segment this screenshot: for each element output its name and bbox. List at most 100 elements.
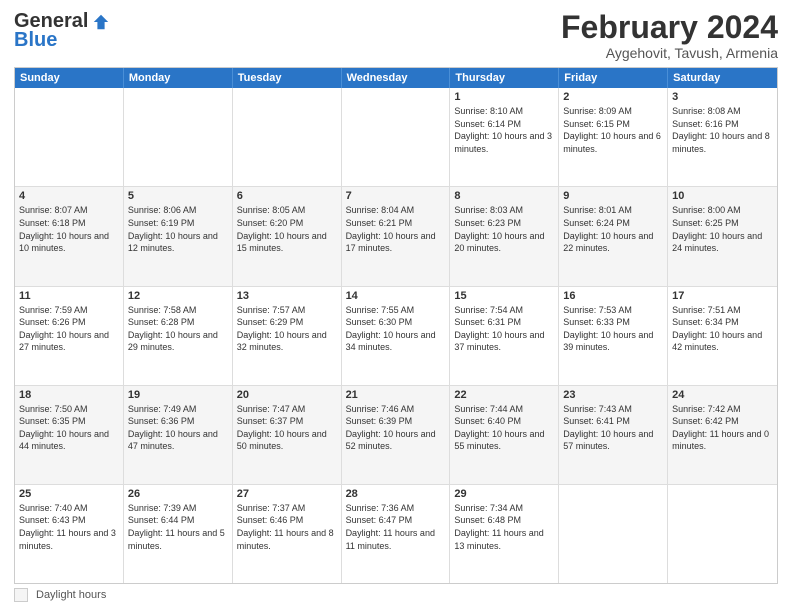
- location-subtitle: Aygehovit, Tavush, Armenia: [561, 45, 778, 61]
- calendar: SundayMondayTuesdayWednesdayThursdayFrid…: [14, 67, 778, 584]
- day-info: Sunrise: 7:36 AM Sunset: 6:47 PM Dayligh…: [346, 502, 446, 552]
- calendar-cell: 17Sunrise: 7:51 AM Sunset: 6:34 PM Dayli…: [668, 287, 777, 385]
- day-info: Sunrise: 8:07 AM Sunset: 6:18 PM Dayligh…: [19, 204, 119, 254]
- legend-box: [14, 588, 28, 602]
- calendar-cell: 9 Sunrise: 8:01 AM Sunset: 6:24 PM Daylig…: [559, 187, 668, 285]
- calendar-header-cell: Monday: [124, 68, 233, 88]
- day-info: Sunrise: 8:06 AM Sunset: 6:19 PM Dayligh…: [128, 204, 228, 254]
- title-area: February 2024 Aygehovit, Tavush, Armenia: [561, 10, 778, 61]
- calendar-cell: 24 Sunrise: 7:42 AM Sunset: 6:42 PM Dayli…: [668, 386, 777, 484]
- calendar-cell: 7 Sunrise: 8:04 AM Sunset: 6:21 PM Daylig…: [342, 187, 451, 285]
- calendar-header-cell: Wednesday: [342, 68, 451, 88]
- calendar-cell: [124, 88, 233, 186]
- day-number: 11: [19, 290, 119, 302]
- day-info: Sunrise: 7:58 AM Sunset: 6:28 PM Dayligh…: [128, 304, 228, 354]
- day-info: Sunrise: 7:40 AM Sunset: 6:43 PM Dayligh…: [19, 502, 119, 552]
- calendar-cell: 19 Sunrise: 7:49 AM Sunset: 6:36 PM Dayli…: [124, 386, 233, 484]
- month-title: February 2024: [561, 10, 778, 45]
- calendar-row: 25 Sunrise: 7:40 AM Sunset: 6:43 PM Dayli…: [15, 485, 777, 583]
- calendar-cell: 27Sunrise: 7:37 AM Sunset: 6:46 PM Dayli…: [233, 485, 342, 583]
- day-info: Sunrise: 8:08 AM Sunset: 6:16 PM Dayligh…: [672, 105, 773, 155]
- day-info: Sunrise: 7:59 AM Sunset: 6:26 PM Dayligh…: [19, 304, 119, 354]
- day-info: Sunrise: 8:10 AM Sunset: 6:14 PM Dayligh…: [454, 105, 554, 155]
- day-info: Sunrise: 8:05 AM Sunset: 6:20 PM Dayligh…: [237, 204, 337, 254]
- day-number: 16: [563, 290, 663, 302]
- calendar-cell: 6Sunrise: 8:05 AM Sunset: 6:20 PM Daylig…: [233, 187, 342, 285]
- calendar-cell: 4 Sunrise: 8:07 AM Sunset: 6:18 PM Daylig…: [15, 187, 124, 285]
- day-number: 10: [672, 190, 773, 202]
- day-info: Sunrise: 7:44 AM Sunset: 6:40 PM Dayligh…: [454, 403, 554, 453]
- calendar-cell: 2Sunrise: 8:09 AM Sunset: 6:15 PM Daylig…: [559, 88, 668, 186]
- calendar-cell: 14Sunrise: 7:55 AM Sunset: 6:30 PM Dayli…: [342, 287, 451, 385]
- calendar-body: 1 Sunrise: 8:10 AM Sunset: 6:14 PM Daylig…: [15, 88, 777, 583]
- day-number: 17: [672, 290, 773, 302]
- calendar-cell: 8 Sunrise: 8:03 AM Sunset: 6:23 PM Daylig…: [450, 187, 559, 285]
- calendar-header-cell: Sunday: [15, 68, 124, 88]
- footer: Daylight hours: [14, 588, 778, 602]
- logo: General Blue: [14, 10, 110, 52]
- day-number: 20: [237, 389, 337, 401]
- day-number: 15: [454, 290, 554, 302]
- calendar-row: 1 Sunrise: 8:10 AM Sunset: 6:14 PM Daylig…: [15, 88, 777, 187]
- day-number: 13: [237, 290, 337, 302]
- calendar-row: 11 Sunrise: 7:59 AM Sunset: 6:26 PM Dayli…: [15, 287, 777, 386]
- calendar-header-cell: Friday: [559, 68, 668, 88]
- day-number: 4: [19, 190, 119, 202]
- calendar-header-row: SundayMondayTuesdayWednesdayThursdayFrid…: [15, 68, 777, 88]
- calendar-cell: [233, 88, 342, 186]
- legend-text: Daylight hours: [36, 589, 106, 601]
- day-number: 19: [128, 389, 228, 401]
- day-number: 3: [672, 91, 773, 103]
- day-info: Sunrise: 7:54 AM Sunset: 6:31 PM Dayligh…: [454, 304, 554, 354]
- calendar-header-cell: Thursday: [450, 68, 559, 88]
- logo-blue-text: Blue: [14, 29, 57, 52]
- day-info: Sunrise: 7:57 AM Sunset: 6:29 PM Dayligh…: [237, 304, 337, 354]
- calendar-cell: [668, 485, 777, 583]
- day-info: Sunrise: 7:39 AM Sunset: 6:44 PM Dayligh…: [128, 502, 228, 552]
- day-info: Sunrise: 7:34 AM Sunset: 6:48 PM Dayligh…: [454, 502, 554, 552]
- day-info: Sunrise: 7:42 AM Sunset: 6:42 PM Dayligh…: [672, 403, 773, 453]
- day-info: Sunrise: 7:50 AM Sunset: 6:35 PM Dayligh…: [19, 403, 119, 453]
- calendar-cell: 22 Sunrise: 7:44 AM Sunset: 6:40 PM Dayli…: [450, 386, 559, 484]
- day-number: 5: [128, 190, 228, 202]
- calendar-cell: 18Sunrise: 7:50 AM Sunset: 6:35 PM Dayli…: [15, 386, 124, 484]
- calendar-cell: 15 Sunrise: 7:54 AM Sunset: 6:31 PM Dayli…: [450, 287, 559, 385]
- day-number: 29: [454, 488, 554, 500]
- day-info: Sunrise: 8:09 AM Sunset: 6:15 PM Dayligh…: [563, 105, 663, 155]
- day-number: 26: [128, 488, 228, 500]
- day-number: 22: [454, 389, 554, 401]
- day-number: 7: [346, 190, 446, 202]
- day-info: Sunrise: 7:47 AM Sunset: 6:37 PM Dayligh…: [237, 403, 337, 453]
- day-number: 14: [346, 290, 446, 302]
- calendar-cell: [342, 88, 451, 186]
- calendar-row: 4 Sunrise: 8:07 AM Sunset: 6:18 PM Daylig…: [15, 187, 777, 286]
- day-info: Sunrise: 8:03 AM Sunset: 6:23 PM Dayligh…: [454, 204, 554, 254]
- calendar-header-cell: Tuesday: [233, 68, 342, 88]
- calendar-cell: 20 Sunrise: 7:47 AM Sunset: 6:37 PM Dayli…: [233, 386, 342, 484]
- day-number: 1: [454, 91, 554, 103]
- day-number: 12: [128, 290, 228, 302]
- calendar-cell: 25 Sunrise: 7:40 AM Sunset: 6:43 PM Dayli…: [15, 485, 124, 583]
- logo-icon: [92, 13, 110, 31]
- day-number: 23: [563, 389, 663, 401]
- day-number: 8: [454, 190, 554, 202]
- day-number: 25: [19, 488, 119, 500]
- calendar-cell: 21 Sunrise: 7:46 AM Sunset: 6:39 PM Dayli…: [342, 386, 451, 484]
- calendar-cell: 13 Sunrise: 7:57 AM Sunset: 6:29 PM Dayli…: [233, 287, 342, 385]
- calendar-cell: [559, 485, 668, 583]
- calendar-cell: 3 Sunrise: 8:08 AM Sunset: 6:16 PM Daylig…: [668, 88, 777, 186]
- day-info: Sunrise: 7:49 AM Sunset: 6:36 PM Dayligh…: [128, 403, 228, 453]
- day-info: Sunrise: 8:04 AM Sunset: 6:21 PM Dayligh…: [346, 204, 446, 254]
- calendar-cell: 16 Sunrise: 7:53 AM Sunset: 6:33 PM Dayli…: [559, 287, 668, 385]
- day-number: 9: [563, 190, 663, 202]
- calendar-cell: 28Sunrise: 7:36 AM Sunset: 6:47 PM Dayli…: [342, 485, 451, 583]
- day-number: 27: [237, 488, 337, 500]
- day-number: 24: [672, 389, 773, 401]
- calendar-row: 18Sunrise: 7:50 AM Sunset: 6:35 PM Dayli…: [15, 386, 777, 485]
- calendar-cell: [15, 88, 124, 186]
- day-info: Sunrise: 8:01 AM Sunset: 6:24 PM Dayligh…: [563, 204, 663, 254]
- day-info: Sunrise: 7:53 AM Sunset: 6:33 PM Dayligh…: [563, 304, 663, 354]
- day-number: 21: [346, 389, 446, 401]
- calendar-cell: 1 Sunrise: 8:10 AM Sunset: 6:14 PM Daylig…: [450, 88, 559, 186]
- day-info: Sunrise: 7:46 AM Sunset: 6:39 PM Dayligh…: [346, 403, 446, 453]
